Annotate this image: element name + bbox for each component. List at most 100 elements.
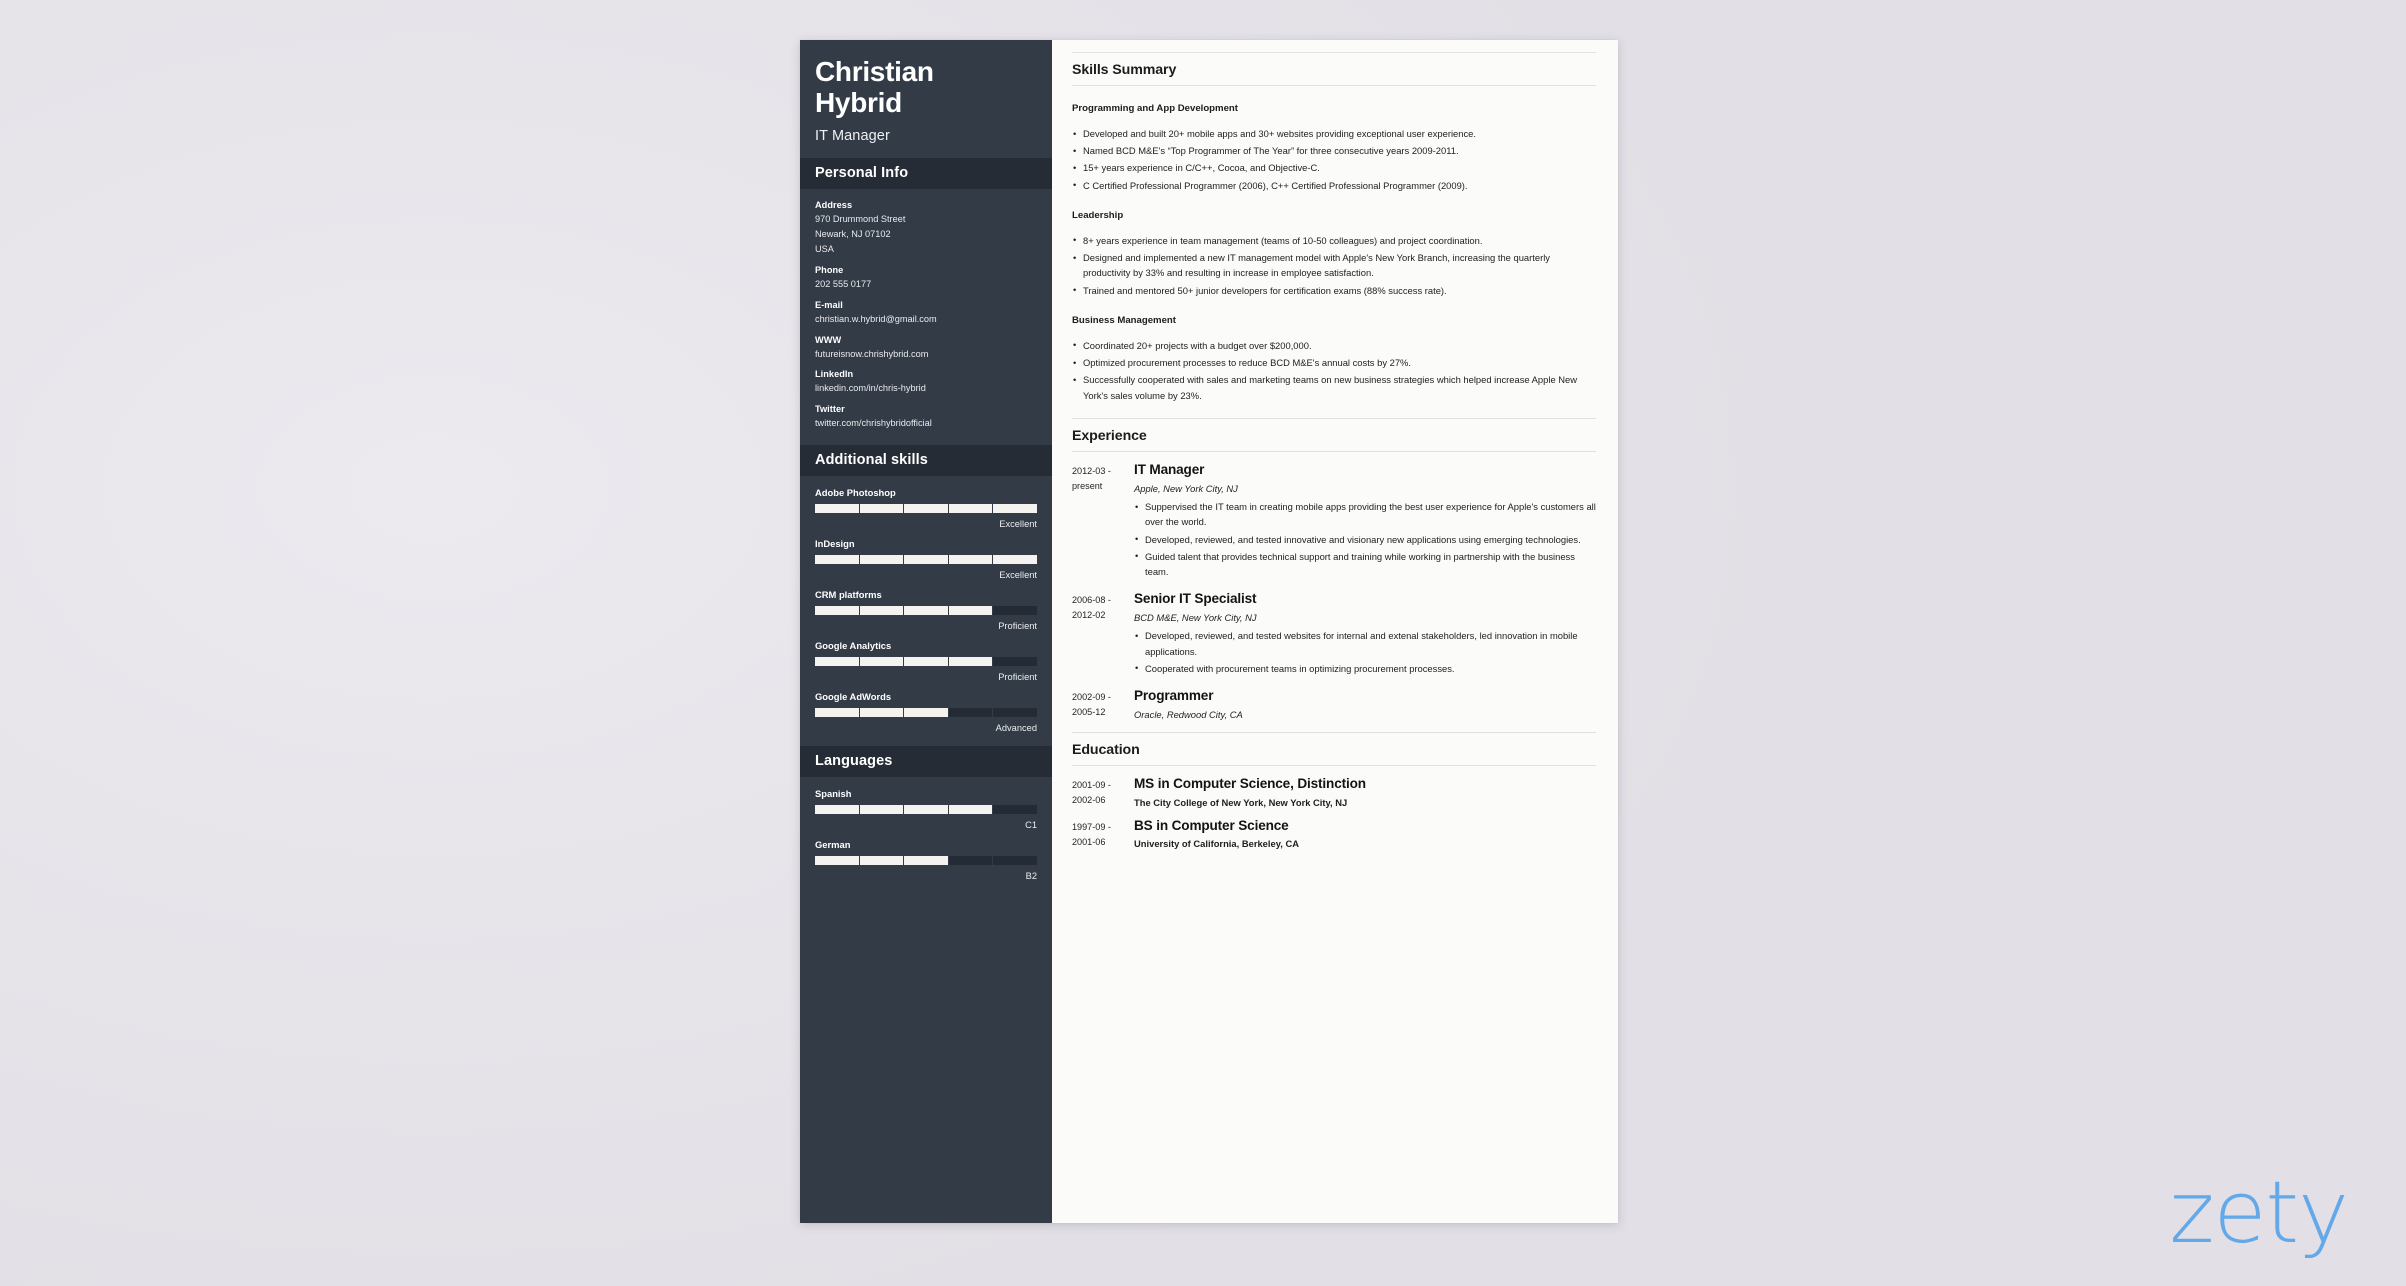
bullet-item: Successfully cooperated with sales and m… (1072, 372, 1596, 402)
experience-entry-dates: 2006-08 - 2012-02 (1072, 591, 1134, 678)
personal-info-label: WWW (815, 334, 842, 345)
language-item-bar[interactable] (815, 805, 1037, 815)
personal-info-label: Twitter (815, 404, 845, 415)
education-entry-date-from: 2001-09 - (1072, 780, 1111, 791)
personal-info-row: WWW futureisnow.chrishybrid.com (815, 335, 1037, 362)
education-entries: 2001-09 - 2002-06 MS in Computer Science, … (1072, 776, 1596, 859)
candidate-last-name: Hybrid (815, 87, 902, 118)
skill-item: Adobe Photoshop Excellent (815, 487, 1037, 529)
section-header-personal-info: Personal Info (800, 158, 1052, 189)
additional-skills-list: Adobe Photoshop Excellent InDesign Excellen… (800, 476, 1052, 746)
personal-info-value: linkedin.com/in/chris-hybrid (815, 381, 1037, 396)
experience-entry-date-to: 2012-02 (1072, 609, 1106, 620)
personal-info-value-line: christian.w.hybrid@gmail.com (815, 313, 937, 324)
personal-info-value-line: 970 Drummond Street (815, 214, 906, 224)
skills-group-bullets: Developed and built 20+ mobile apps and … (1072, 125, 1596, 193)
skill-item-bar[interactable] (815, 657, 1037, 667)
experience-entry-body: Programmer Oracle, Redwood City, CA (1134, 688, 1596, 720)
language-item-level: B2 (1025, 871, 1037, 882)
skill-item-label: Google Analytics (815, 640, 892, 652)
experience-entry-date-from: 2002-09 - (1072, 692, 1111, 703)
experience-entry-date-from: 2006-08 - (1072, 595, 1111, 606)
skill-item: Google AdWords Advanced (815, 691, 1037, 733)
personal-info-row: Address 970 Drummond Street Newark, NJ 071… (815, 200, 1037, 257)
skills-summary-groups: Programming and App Development Developed… (1072, 103, 1596, 403)
education-entry-body: MS in Computer Science, Distinction The C… (1134, 776, 1596, 807)
education-entry-title: BS in Computer Science (1134, 817, 1289, 833)
candidate-first-name: Christian (815, 56, 934, 87)
education-entry-organization: University of California, Berkeley, CA (1134, 838, 1299, 849)
personal-info-row: E-mail christian.w.hybrid@gmail.com (815, 300, 1037, 327)
experience-entry: 2002-09 - 2005-12 Programmer Oracle, Redwoo… (1072, 688, 1596, 720)
section-header-education: Education (1072, 732, 1596, 767)
section-header-experience: Experience (1072, 417, 1596, 452)
experience-entry-date-from: 2012-03 - (1072, 465, 1111, 476)
skill-item-bar[interactable] (815, 555, 1037, 565)
bullet-item: C Certified Professional Programmer (200… (1072, 177, 1596, 193)
language-item-label: German (815, 839, 851, 851)
personal-info-label: E-mail (815, 299, 843, 310)
skills-group-bullets: 8+ years experience in team management (… (1072, 232, 1596, 298)
candidate-name: Christian Hybrid (815, 58, 1037, 117)
experience-entry-bullets: Developed, reviewed, and tested websites… (1134, 628, 1596, 676)
skills-group-heading: Programming and App Development (1072, 103, 1238, 114)
section-header-skills-summary: Skills Summary (1072, 52, 1596, 86)
experience-entry-dates: 2002-09 - 2005-12 (1072, 688, 1134, 720)
bullet-item: Developed, reviewed, and tested websites… (1134, 628, 1596, 658)
resume-main-column: Skills Summary Programming and App Devel… (1052, 40, 1618, 1223)
personal-info-value: futureisnow.chrishybrid.com (815, 347, 1037, 362)
bullet-item: Developed, reviewed, and tested innovati… (1134, 531, 1596, 547)
experience-entry: 2006-08 - 2012-02 Senior IT Specialist BCD … (1072, 591, 1596, 678)
education-entry-dates: 1997-09 - 2001-06 (1072, 818, 1134, 849)
language-item-level: C1 (1025, 820, 1037, 831)
bar-segment-dividers (815, 657, 1037, 667)
skill-item-label: Adobe Photoshop (815, 487, 896, 499)
zety-watermark-logo: zety (2169, 1163, 2349, 1263)
bullet-item: Cooperated with procurement teams in opt… (1134, 660, 1596, 676)
personal-info-value-line: futureisnow.chrishybrid.com (815, 348, 929, 359)
experience-entry-dates: 2012-03 - present (1072, 462, 1134, 581)
education-entry: 1997-09 - 2001-06 BS in Computer Science Un… (1072, 818, 1596, 849)
experience-entry-date-to: present (1072, 480, 1103, 491)
skill-item: CRM platforms Proficient (815, 589, 1037, 631)
skill-item-bar[interactable] (815, 504, 1037, 514)
experience-entry-title: Programmer (1134, 688, 1214, 704)
personal-info-row: Phone 202 555 0177 (815, 265, 1037, 292)
education-entry-dates: 2001-09 - 2002-06 (1072, 776, 1134, 807)
skills-group-heading: Leadership (1072, 209, 1124, 221)
education-entry-body: BS in Computer Science University of Cali… (1134, 818, 1596, 849)
skill-item: Google Analytics Proficient (815, 640, 1037, 682)
personal-info-value: 202 555 0177 (815, 277, 1037, 292)
section-header-languages: Languages (800, 746, 1052, 778)
experience-entry-organization: BCD M&E, New York City, NJ (1134, 612, 1257, 624)
personal-info-row: LinkedIn linkedin.com/in/chris-hybrid (815, 369, 1037, 396)
bar-segment-dividers (815, 504, 1037, 514)
personal-info-label: LinkedIn (815, 369, 854, 380)
bullet-item: Trained and mentored 50+ junior develope… (1072, 282, 1596, 298)
personal-info-value-line: 202 555 0177 (815, 278, 872, 289)
education-entry-date-to: 2001-06 (1072, 836, 1106, 847)
skill-item-level: Excellent (999, 570, 1037, 581)
skill-item-bar[interactable] (815, 708, 1037, 718)
skills-group-bullets: Coordinated 20+ projects with a budget o… (1072, 337, 1596, 403)
personal-info-value-line: twitter.com/chrishybridofficial (815, 418, 932, 429)
education-entry-organization: The City College of New York, New York C… (1134, 796, 1348, 808)
language-item: Spanish C1 (815, 788, 1037, 830)
personal-info-value: twitter.com/chrishybridofficial (815, 416, 1037, 431)
bullet-item: Coordinated 20+ projects with a budget o… (1072, 337, 1596, 353)
experience-entry-organization: Apple, New York City, NJ (1134, 483, 1238, 495)
skill-item-level: Proficient (998, 672, 1037, 683)
personal-info-value-line: Newark, NJ 07102 (815, 228, 891, 239)
personal-info-value: christian.w.hybrid@gmail.com (815, 312, 1037, 327)
skill-item-label: InDesign (815, 538, 855, 550)
personal-info-value: 970 Drummond Street Newark, NJ 07102 USA (815, 212, 1037, 257)
personal-info-value-line: USA (815, 243, 834, 254)
bullet-item: 8+ years experience in team management (… (1072, 232, 1596, 248)
skill-item-label: Google AdWords (815, 691, 892, 703)
education-entry: 2001-09 - 2002-06 MS in Computer Science, … (1072, 776, 1596, 807)
languages-list: Spanish C1 German B2 (800, 777, 1052, 894)
skill-item-bar[interactable] (815, 606, 1037, 616)
language-item-bar[interactable] (815, 856, 1037, 866)
candidate-job-title: IT Manager (815, 128, 890, 144)
candidate-name-block: Christian Hybrid IT Manager (800, 40, 1052, 158)
